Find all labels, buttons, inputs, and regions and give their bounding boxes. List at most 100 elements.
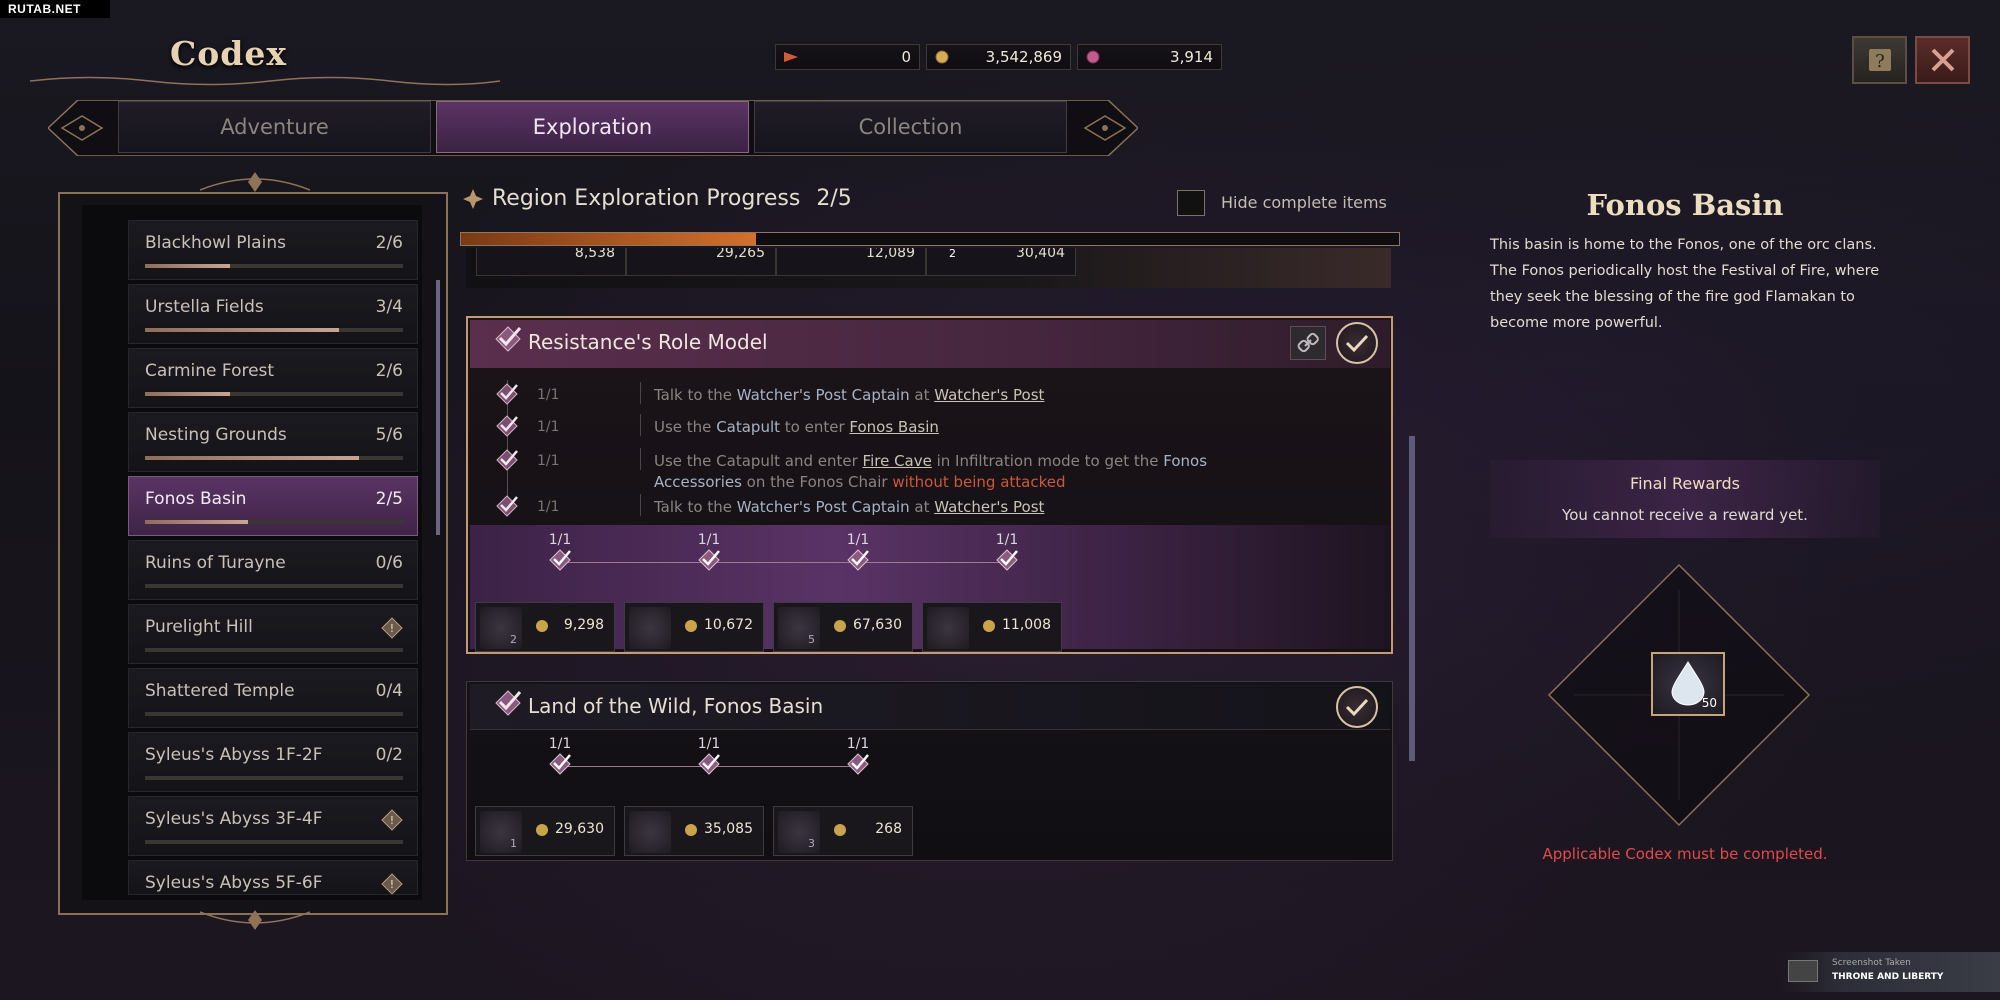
close-icon bbox=[1931, 48, 1954, 72]
screenshot-thumbnail bbox=[1788, 960, 1818, 982]
milestone: 1/1 bbox=[694, 532, 724, 576]
close-button[interactable] bbox=[1915, 36, 1970, 84]
quest-title: Resistance's Role Model bbox=[528, 330, 768, 354]
milestone-check-icon bbox=[996, 549, 1018, 571]
milestone: 1/1 bbox=[545, 736, 575, 780]
task-location-link[interactable]: Watcher's Post bbox=[934, 386, 1044, 404]
quest-complete-badge bbox=[1336, 322, 1378, 364]
task-text-segment: at bbox=[909, 386, 935, 404]
reward-item[interactable]: 1 29,630 bbox=[475, 806, 615, 856]
region-progress-fill bbox=[145, 328, 339, 332]
region-name: Ruins of Turayne bbox=[145, 553, 286, 573]
complete-check-icon bbox=[495, 690, 522, 716]
tab-next-arrow[interactable] bbox=[1075, 108, 1135, 152]
gold-coin-icon bbox=[834, 824, 846, 836]
reward-item[interactable]: 35,085 bbox=[624, 806, 764, 856]
region-item[interactable]: Urstella Fields 3/4 bbox=[128, 284, 418, 344]
exploration-progress-title: Region Exploration Progress 2/5 bbox=[462, 186, 852, 211]
reward-value: 12,089 bbox=[866, 248, 915, 261]
pink-gem-icon bbox=[1084, 50, 1102, 64]
reward-item[interactable]: 10,672 bbox=[624, 602, 764, 652]
task-text: Use the Catapult and enter Fire Cave in … bbox=[654, 451, 1214, 493]
tab-adventure[interactable]: Adventure bbox=[118, 101, 431, 153]
quest-list-scrollbar[interactable] bbox=[1409, 436, 1415, 761]
exploration-progress-fill bbox=[461, 233, 757, 245]
locked-diamond-icon: ! bbox=[381, 617, 403, 639]
reward-item-icon bbox=[629, 811, 671, 853]
milestone-check-icon bbox=[549, 549, 571, 571]
reward-item[interactable]: 8,538 bbox=[476, 248, 626, 276]
region-description: This basin is home to the Fonos, one of … bbox=[1490, 237, 1880, 331]
complete-check-icon bbox=[495, 326, 522, 352]
region-item[interactable]: Syleus's Abyss 3F-4F! bbox=[128, 796, 418, 856]
region-item[interactable]: Nesting Grounds 5/6 bbox=[128, 412, 418, 472]
region-list-scrollbar[interactable] bbox=[436, 280, 440, 535]
milestone-label: 1/1 bbox=[548, 532, 572, 548]
gold-coin-icon bbox=[983, 620, 995, 632]
task-text-segment: Talk to the bbox=[654, 498, 737, 516]
region-item[interactable]: Fonos Basin 2/5 bbox=[128, 476, 418, 536]
screenshot-toast: Screenshot Taken THRONE AND LIBERTY bbox=[1780, 952, 2000, 992]
region-item[interactable]: Ruins of Turayne 0/6 bbox=[128, 540, 418, 600]
page-title: Codex bbox=[170, 34, 288, 73]
region-name: Syleus's Abyss 3F-4F bbox=[145, 809, 323, 829]
quest-task: 1/1 Use the Catapult and enter Fire Cave … bbox=[470, 448, 1390, 491]
reward-value: 67,630 bbox=[853, 617, 902, 633]
help-button[interactable]: ? bbox=[1852, 36, 1907, 84]
task-location-link[interactable]: Fire Cave bbox=[863, 452, 932, 470]
task-text: Talk to the Watcher's Post Captain at Wa… bbox=[654, 385, 1214, 406]
final-rewards-title: Final Rewards bbox=[1630, 474, 1740, 493]
quest-complete-badge bbox=[1336, 686, 1378, 728]
region-item[interactable]: Carmine Forest 2/6 bbox=[128, 348, 418, 408]
milestone-check-icon bbox=[847, 549, 869, 571]
region-progress-bar bbox=[145, 840, 403, 844]
region-progress-fill bbox=[145, 520, 249, 524]
locked-diamond-icon: ! bbox=[381, 809, 403, 831]
diamond-arrow-left-icon bbox=[60, 115, 104, 141]
region-item[interactable]: Syleus's Abyss 1F-2F 0/2 bbox=[128, 732, 418, 792]
reward-item[interactable]: 2 9,298 bbox=[475, 602, 615, 652]
region-item[interactable]: Syleus's Abyss 5F-6F! bbox=[128, 860, 418, 895]
reward-item[interactable]: 29,265 bbox=[626, 248, 776, 276]
milestone: 1/1 bbox=[992, 532, 1022, 576]
region-name: Syleus's Abyss 1F-2F bbox=[145, 745, 323, 765]
task-location-link[interactable]: Fonos Basin bbox=[849, 418, 939, 436]
region-name: Blackhowl Plains bbox=[145, 233, 286, 253]
milestone: 1/1 bbox=[545, 532, 575, 576]
region-progress-bar bbox=[145, 264, 403, 268]
reward-item-icon bbox=[629, 607, 671, 649]
region-item[interactable]: Purelight Hill! bbox=[128, 604, 418, 664]
region-item[interactable]: Shattered Temple 0/4 bbox=[128, 668, 418, 728]
link-button[interactable] bbox=[1290, 326, 1326, 360]
task-progress: 1/1 bbox=[537, 419, 560, 435]
quest-task: 1/1 Talk to the Watcher's Post Captain at… bbox=[470, 382, 1390, 412]
toast-line1: Screenshot Taken bbox=[1832, 958, 1911, 968]
tab-prev-arrow[interactable] bbox=[52, 108, 112, 152]
region-progress-bar bbox=[145, 712, 403, 716]
reward-item[interactable]: 5 67,630 bbox=[773, 602, 913, 652]
tab-collection[interactable]: Collection bbox=[754, 101, 1067, 153]
task-text-segment: to enter bbox=[780, 418, 850, 436]
help-scroll-icon: ? bbox=[1868, 49, 1891, 72]
milestone-label: 1/1 bbox=[995, 532, 1019, 548]
reward-item[interactable]: 12,089 bbox=[776, 248, 926, 276]
gold-coin-icon bbox=[834, 620, 846, 632]
final-reward-item[interactable]: 50 bbox=[1651, 652, 1725, 716]
reward-item[interactable]: 11,008 bbox=[922, 602, 1062, 652]
svg-text:?: ? bbox=[1875, 51, 1885, 72]
hide-complete-checkbox[interactable] bbox=[1177, 190, 1205, 216]
task-location-link[interactable]: Watcher's Post bbox=[934, 498, 1044, 516]
tab-exploration[interactable]: Exploration bbox=[436, 101, 749, 153]
region-count: 5/6 bbox=[375, 425, 403, 445]
region-item[interactable]: Blackhowl Plains 2/6 bbox=[128, 220, 418, 280]
hide-complete-label: Hide complete items bbox=[1221, 193, 1387, 212]
region-progress-bar bbox=[145, 456, 403, 460]
region-name: Shattered Temple bbox=[145, 681, 295, 701]
milestone-check-icon bbox=[698, 549, 720, 571]
task-text-segment: Watcher's Post Captain bbox=[736, 386, 910, 404]
milestone-label: 1/1 bbox=[846, 532, 870, 548]
reward-item[interactable]: 3 268 bbox=[773, 806, 913, 856]
gold-coin-icon bbox=[685, 620, 697, 632]
reward-item[interactable]: 2 30,404 bbox=[926, 248, 1076, 276]
region-name: Fonos Basin bbox=[145, 489, 247, 509]
